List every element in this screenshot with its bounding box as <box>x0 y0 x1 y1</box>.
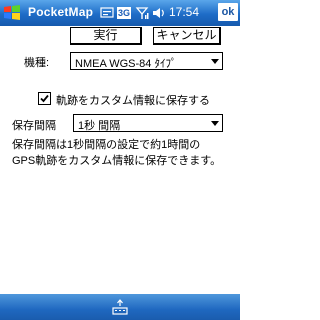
app-title: PocketMap <box>28 5 94 19</box>
keyboard-icon[interactable] <box>110 298 130 316</box>
windows-flag-icon[interactable] <box>2 3 22 23</box>
title-bar: PocketMap 3G 17:54 ok <box>0 0 240 26</box>
description-text: 保存間隔は1秒間隔の設定で約1時間の GPS軌跡をカスタム情報に保存できます。 <box>12 137 234 169</box>
chevron-down-icon <box>211 121 219 126</box>
network-3g-icon[interactable]: 3G <box>117 7 131 19</box>
bottom-menu-bar <box>0 294 240 320</box>
interval-select-value: 1秒 間隔 <box>78 120 121 132</box>
model-select-value: NMEA WGS-84 ﾀｲﾌﾟ <box>75 58 177 70</box>
run-button[interactable]: 実行 <box>70 27 142 45</box>
interval-label: 保存間隔 <box>12 120 56 132</box>
description-line-1: 保存間隔は1秒間隔の設定で約1時間の <box>12 139 201 151</box>
cancel-button[interactable]: キャンセル <box>153 27 221 45</box>
description-line-2: GPS軌跡をカスタム情報に保存できます。 <box>12 155 222 167</box>
save-track-checkbox[interactable] <box>38 92 51 105</box>
ok-button[interactable]: ok <box>218 3 238 21</box>
chevron-down-icon <box>211 59 219 64</box>
model-label: 機種: <box>24 57 50 69</box>
volume-icon[interactable] <box>152 6 166 20</box>
signal-icon[interactable] <box>135 6 149 20</box>
save-track-label[interactable]: 軌跡をカスタム情報に保存する <box>56 92 210 108</box>
caption-icon[interactable] <box>100 6 114 20</box>
clock[interactable]: 17:54 <box>169 5 199 19</box>
model-select[interactable]: NMEA WGS-84 ﾀｲﾌﾟ <box>70 52 223 70</box>
interval-select[interactable]: 1秒 間隔 <box>73 114 223 132</box>
checkmark-icon <box>40 94 49 103</box>
